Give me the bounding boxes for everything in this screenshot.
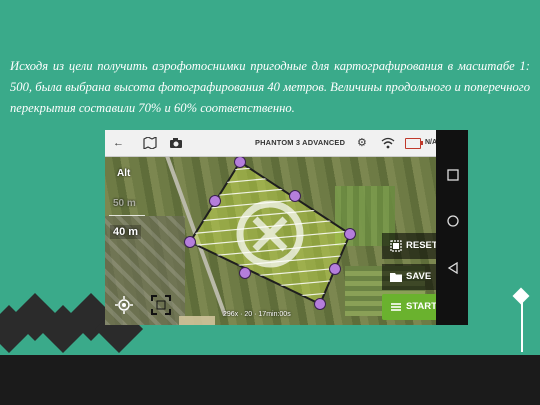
altitude-tick: 50 m bbox=[113, 198, 136, 209]
vertex-handle bbox=[314, 298, 326, 310]
gear-icon[interactable]: ⚙ bbox=[357, 130, 367, 156]
phone-screenshot: ← PHANTOM 3 ADVANCED ⚙ N/A Alt 50 m 40 m… bbox=[105, 130, 468, 325]
drone-app: ← PHANTOM 3 ADVANCED ⚙ N/A Alt 50 m 40 m… bbox=[105, 130, 436, 325]
vertex-handle bbox=[239, 267, 251, 279]
save-button[interactable]: SAVE bbox=[382, 264, 436, 290]
frame-icon[interactable] bbox=[151, 295, 171, 315]
android-nav-bar bbox=[438, 130, 468, 325]
reset-label: RESET bbox=[406, 240, 436, 251]
altitude-label: Alt bbox=[117, 168, 131, 179]
top-toolbar: ← PHANTOM 3 ADVANCED ⚙ N/A bbox=[105, 130, 436, 157]
wifi-icon bbox=[381, 130, 395, 156]
reset-button[interactable]: RESET bbox=[382, 233, 436, 259]
camera-icon[interactable] bbox=[169, 130, 183, 156]
altitude-line bbox=[109, 215, 145, 216]
signal-status: N/A bbox=[425, 139, 436, 146]
decor-line bbox=[521, 300, 523, 352]
vertex-handle bbox=[209, 195, 221, 207]
location-icon[interactable] bbox=[115, 296, 133, 314]
save-label: SAVE bbox=[406, 271, 432, 282]
decor-diamond-small bbox=[512, 287, 530, 305]
mission-info: 296x · 20 · 17min:00s bbox=[223, 311, 291, 318]
vertex-handle bbox=[329, 263, 341, 275]
map-icon[interactable] bbox=[143, 130, 157, 156]
vertex-handle bbox=[344, 228, 356, 240]
vertex-handle bbox=[289, 190, 301, 202]
altitude-selected[interactable]: 40 m bbox=[110, 225, 142, 239]
square-nav-icon[interactable] bbox=[447, 168, 459, 186]
back-triangle-nav-icon[interactable] bbox=[447, 261, 459, 279]
start-label: START bbox=[406, 301, 436, 312]
vertex-handle bbox=[234, 156, 246, 168]
slide-text: Исходя из цели получить аэрофотоснимки п… bbox=[10, 59, 530, 115]
start-button[interactable]: START bbox=[382, 294, 436, 320]
battery-icon bbox=[405, 138, 423, 149]
back-arrow-icon[interactable]: ← bbox=[113, 130, 124, 156]
start-icon bbox=[391, 303, 401, 311]
bottom-band bbox=[0, 355, 540, 405]
reset-icon bbox=[390, 240, 402, 252]
map-thumbnail[interactable] bbox=[179, 316, 215, 325]
drone-model-label: PHANTOM 3 ADVANCED bbox=[255, 138, 346, 147]
folder-icon bbox=[390, 273, 402, 282]
vertex-handle bbox=[184, 236, 196, 248]
slide-paragraph: Исходя из цели получить аэрофотоснимки п… bbox=[10, 56, 530, 119]
circle-nav-icon[interactable] bbox=[447, 214, 459, 232]
